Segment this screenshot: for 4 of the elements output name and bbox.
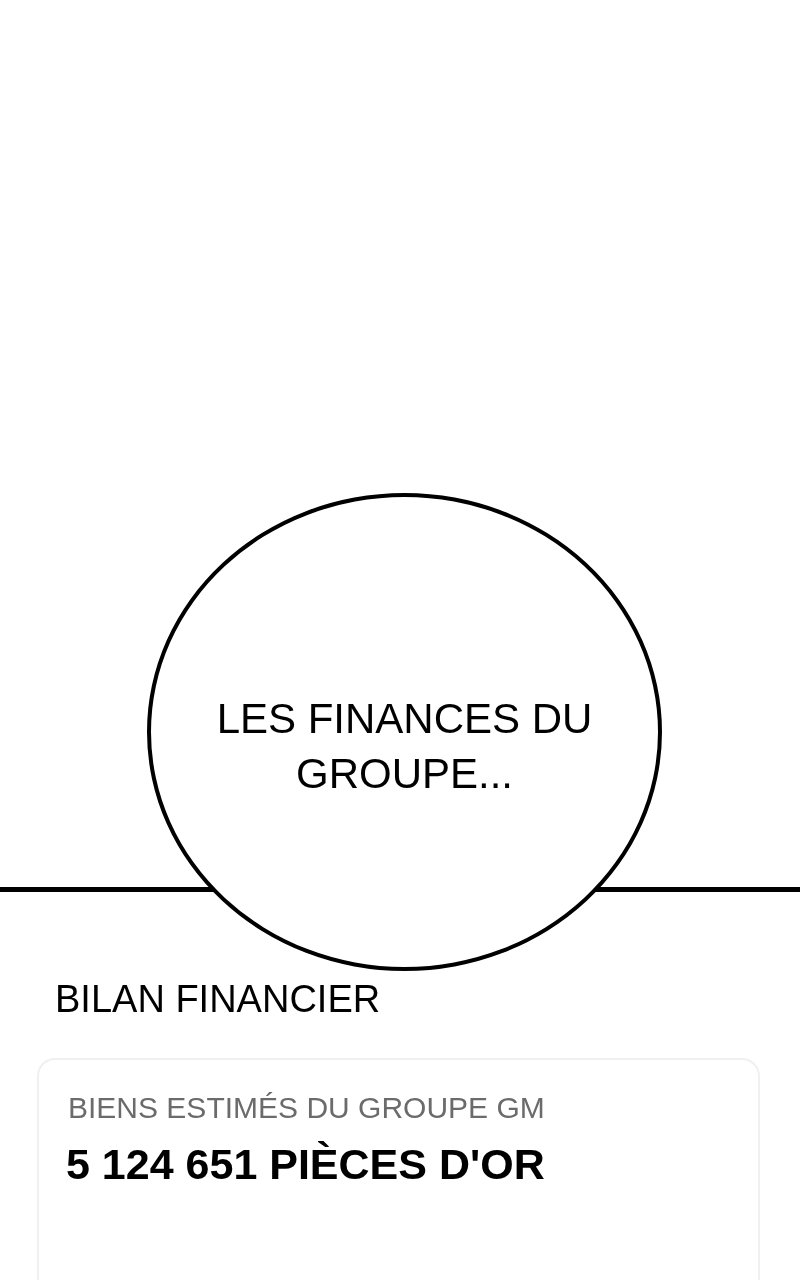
bubble-text: LES FINANCES DU GROUPE... bbox=[215, 694, 594, 799]
card-label: BIENS ESTIMÉS DU GROUPE GM bbox=[68, 1090, 545, 1126]
section-title: BILAN FINANCIER bbox=[55, 977, 381, 1022]
card-value: 5 124 651 PIÈCES D'OR bbox=[66, 1139, 545, 1190]
